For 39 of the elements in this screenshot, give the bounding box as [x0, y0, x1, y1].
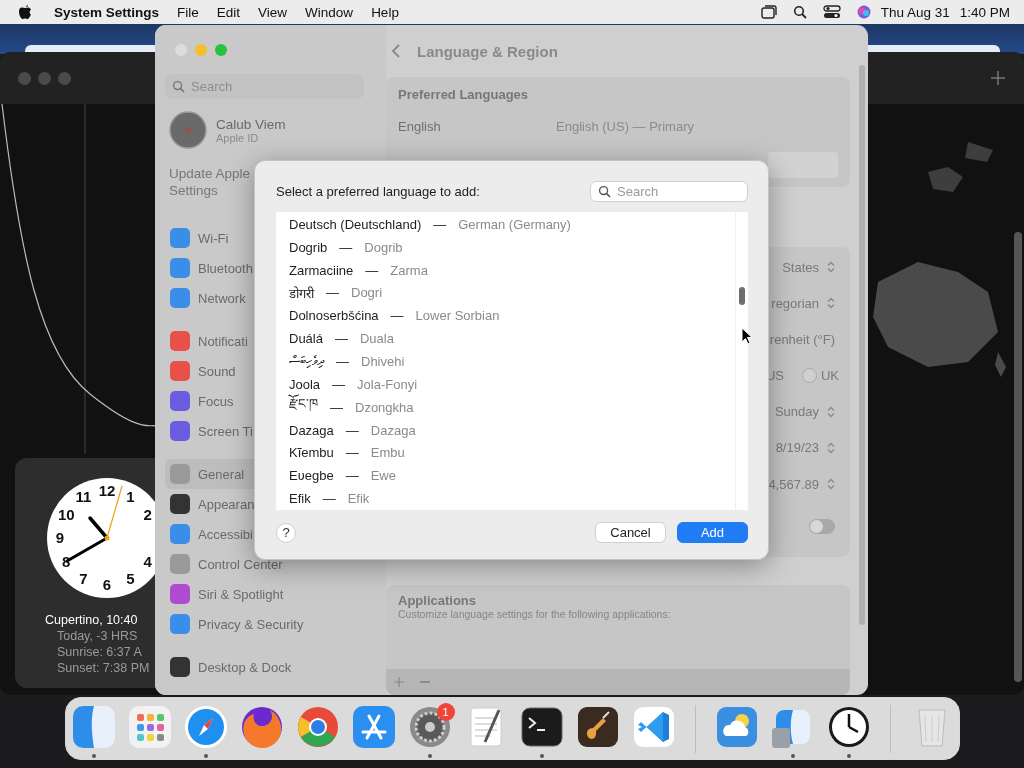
language-english-name: Efik: [347, 491, 370, 506]
language-english-name: Ewe: [370, 468, 396, 484]
section-description: Customize language settings for the following applications:: [398, 608, 672, 620]
account-subtitle: Apple ID: [216, 131, 260, 144]
dialog-prompt: Select a preferred language to add:: [276, 183, 480, 199]
clock-caption: Cupertino, 10:40: [45, 612, 138, 628]
dash-separator: —: [345, 445, 359, 461]
dash-separator: —: [365, 262, 379, 278]
dash-separator: —: [332, 376, 346, 392]
setting-value: renheit (°F): [769, 331, 835, 347]
dash-separator: —: [390, 308, 404, 324]
dash-separator: —: [322, 491, 336, 506]
language-english-name: Dzongkha: [355, 399, 414, 415]
clock-caption: Sunrise: 6:37 A: [56, 644, 142, 660]
language-english-name: Dhivehi: [361, 353, 405, 369]
section-heading: Preferred Languages: [398, 87, 530, 102]
dash-separator: —: [345, 422, 359, 438]
language-english-name: Dogrib: [364, 239, 403, 255]
dash-separator: —: [433, 216, 447, 232]
dash-separator: —: [330, 399, 343, 415]
language-english-name: Lower Sorbian: [415, 308, 500, 324]
language-english-name: Dazaga: [370, 422, 416, 438]
notification-badge: 1: [436, 702, 455, 721]
dash-separator: —: [326, 285, 339, 301]
language-english-name: Zarma: [390, 262, 428, 278]
language-english-name: Dogri: [351, 285, 383, 301]
language-english-name: Embu: [370, 445, 405, 461]
language-english-name: Jola-Fonyi: [357, 376, 418, 392]
clock-caption: Today, -3 HRS: [56, 628, 138, 644]
language-english-name: Duala: [359, 331, 394, 347]
dash-separator: —: [336, 353, 349, 369]
language-detail: English (US) — Primary: [556, 119, 694, 134]
clock-caption: Sunset: 7:38 PM: [56, 660, 150, 676]
language-english-name: German (Germany): [458, 216, 571, 232]
window-title: Language & Region: [417, 42, 558, 60]
dash-separator: —: [339, 239, 353, 255]
dash-separator: —: [334, 331, 348, 347]
section-heading: Applications: [398, 593, 477, 608]
dash-separator: —: [345, 468, 359, 484]
